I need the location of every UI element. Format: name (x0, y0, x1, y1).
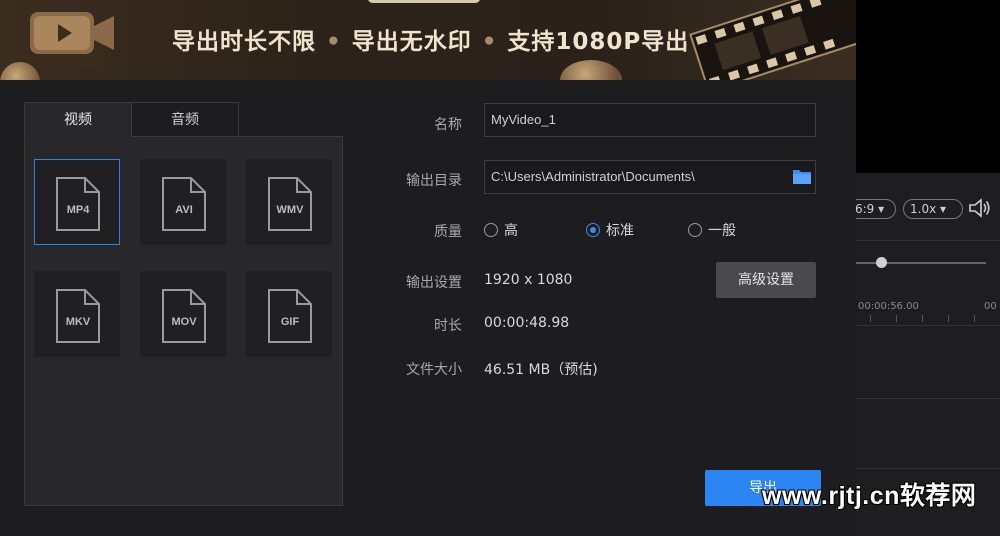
quality-normal-radio[interactable]: 一般 (688, 222, 736, 239)
file-size-label: 文件大小 (406, 362, 462, 378)
format-avi[interactable]: AVI (140, 159, 226, 245)
quality-high-label: 高 (504, 223, 518, 239)
name-label: 名称 (434, 117, 462, 133)
format-gif[interactable]: GIF (246, 271, 332, 357)
format-mov[interactable]: MOV (140, 271, 226, 357)
radio-circle (484, 223, 498, 237)
output-dir-label: 输出目录 (406, 173, 462, 189)
timeline-tick (896, 315, 897, 322)
quality-high-radio[interactable]: 高 (484, 222, 518, 239)
banner-slogan: 导出时长不限 • 导出无水印 • 支持1080P导出 (172, 22, 689, 56)
coin-decoration (560, 60, 622, 80)
banner-top-button[interactable] (368, 0, 480, 3)
timeline-timecode: 00:00:56.00 (858, 301, 919, 312)
video-camera-icon (30, 12, 114, 68)
promo-banner[interactable]: 导出时长不限 • 导出无水印 • 支持1080P导出 (0, 0, 856, 80)
divider (856, 398, 1000, 399)
quality-normal-label: 一般 (708, 223, 736, 239)
format-label: MOV (171, 316, 197, 328)
output-resolution: 1920 x 1080 (484, 272, 573, 288)
output-settings-label: 输出设置 (406, 275, 462, 291)
quality-standard-label: 标准 (606, 223, 634, 239)
duration-value: 00:00:48.98 (484, 315, 570, 331)
format-mp4[interactable]: MP4 (34, 159, 120, 245)
format-label: AVI (175, 204, 193, 216)
timeline-timecode: 00 (984, 301, 997, 312)
quality-standard-radio[interactable]: 标准 (586, 222, 634, 239)
slogan-no-watermark: 导出无水印 (351, 29, 472, 55)
speed-select[interactable]: 1.0x ▾ (903, 199, 963, 219)
slogan-unlimited: 导出时长不限 (172, 29, 316, 55)
format-label: WMV (276, 204, 304, 216)
tab-video[interactable]: 视频 (24, 102, 132, 137)
radio-circle (586, 223, 600, 237)
slogan-separator: • (481, 29, 498, 55)
quality-label: 质量 (434, 224, 462, 240)
aspect-ratio-value: 6:9 (855, 202, 875, 216)
timeline-tick (870, 315, 871, 322)
folder-icon[interactable] (792, 168, 812, 185)
video-preview (856, 0, 1000, 173)
format-wmv[interactable]: WMV (246, 159, 332, 245)
format-mkv[interactable]: MKV (34, 271, 120, 357)
site-watermark: www.rjtj.cn软荐网 (762, 482, 977, 510)
slogan-separator: • (326, 29, 342, 55)
radio-circle (688, 223, 702, 237)
timeline-tick (974, 315, 975, 322)
file-size-value: 46.51 MB（预估) (484, 362, 598, 378)
film-reel-decoration (689, 0, 856, 80)
divider (856, 240, 1000, 241)
duration-label: 时长 (434, 318, 462, 334)
format-label: MKV (65, 316, 91, 328)
format-label: GIF (280, 316, 300, 328)
zoom-slider-handle[interactable] (876, 257, 887, 268)
advanced-settings-button[interactable]: 高级设置 (716, 262, 816, 298)
output-dir-input[interactable]: C:\Users\Administrator\Documents\ (484, 160, 816, 194)
slogan-1080p: 支持1080P导出 (507, 29, 690, 55)
divider (856, 468, 1000, 469)
volume-icon[interactable] (968, 197, 992, 219)
tab-audio[interactable]: 音频 (131, 102, 239, 137)
name-input[interactable]: MyVideo_1 (484, 103, 816, 137)
speed-value: 1.0x (910, 202, 937, 216)
divider (856, 325, 1000, 326)
format-label: MP4 (66, 204, 90, 216)
timeline-tick (948, 315, 949, 322)
timeline-tick (922, 315, 923, 322)
